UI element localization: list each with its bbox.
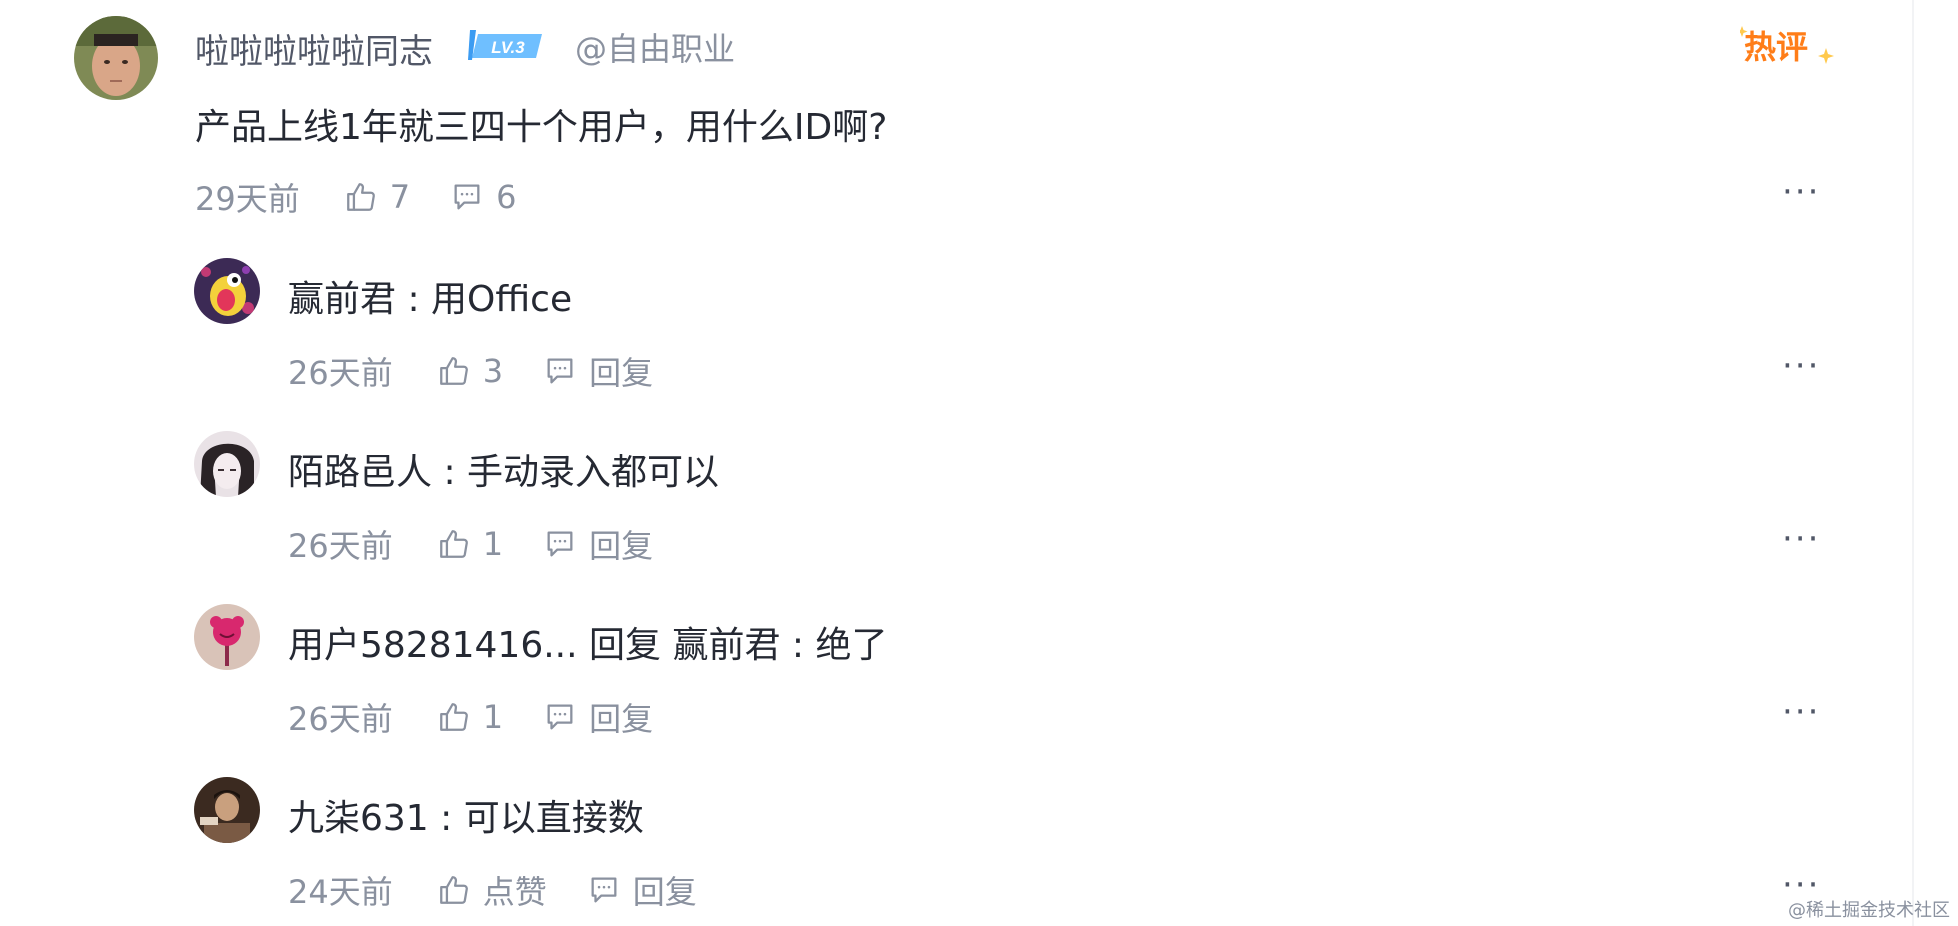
more-options-button[interactable]: ··· <box>1782 692 1820 732</box>
reply-text: 用户58281416... 回复 赢前君 : 绝了 <box>288 625 888 666</box>
reply-text: 九柒631 : 可以直接数 <box>288 798 644 839</box>
comment-button[interactable]: 6 <box>450 178 516 216</box>
reply-text: 陌路邑人 : 手动录入都可以 <box>288 452 720 493</box>
reply-time: 26天前 <box>288 354 393 392</box>
like-button[interactable]: 1 <box>437 525 503 563</box>
reply-button[interactable]: 回复 <box>543 348 653 394</box>
more-options-button[interactable]: ··· <box>1782 519 1820 559</box>
like-button[interactable]: 点赞 <box>437 867 547 913</box>
watermark: @稀土掘金技术社区 <box>1788 900 1950 921</box>
reply-label: 回复 <box>589 527 654 565</box>
right-divider <box>1912 0 1914 926</box>
like-button[interactable]: 1 <box>437 698 503 736</box>
comment-count: 6 <box>496 178 517 216</box>
reply-button[interactable]: 回复 <box>543 694 653 740</box>
reply-button[interactable]: 回复 <box>587 867 697 913</box>
more-options-button[interactable]: ··· <box>1782 346 1820 386</box>
like-count: 1 <box>482 525 504 563</box>
comment-icon <box>591 877 617 903</box>
like-count: 1 <box>482 698 504 736</box>
hot-comment-badge: 热评 <box>1736 22 1836 68</box>
like-label: 点赞 <box>482 873 547 911</box>
comment-icon <box>547 358 573 384</box>
reply-meta: 26天前 1 回复 <box>288 694 693 740</box>
more-options-button[interactable]: ··· <box>1782 172 1820 212</box>
comment-icon <box>454 184 480 210</box>
avatar[interactable] <box>74 16 158 100</box>
reply-time: 26天前 <box>288 700 393 738</box>
reply-time: 24天前 <box>288 873 393 911</box>
comment-icon <box>547 704 573 730</box>
avatar[interactable] <box>194 431 260 497</box>
reply-text: 赢前君 : 用Office <box>288 279 573 320</box>
reply-meta: 26天前 3 回复 <box>288 348 693 394</box>
like-button[interactable]: 3 <box>437 352 503 390</box>
avatar[interactable] <box>194 258 260 324</box>
svg-text:LV.3: LV.3 <box>491 38 525 57</box>
reply-time: 26天前 <box>288 527 393 565</box>
like-count: 3 <box>482 352 504 390</box>
svg-text:热评: 热评 <box>1744 28 1808 66</box>
user-job: @自由职业 <box>575 30 736 68</box>
username[interactable]: 啦啦啦啦啦同志 <box>195 24 433 73</box>
reply-button[interactable]: 回复 <box>543 521 653 567</box>
thumbs-up-icon <box>439 703 468 731</box>
reply-meta: 26天前 1 回复 <box>288 521 693 567</box>
comment-time: 29天前 <box>195 180 300 218</box>
like-button[interactable]: 7 <box>344 178 410 216</box>
comment-icon <box>547 531 573 557</box>
level-badge: LV.3 <box>468 30 544 60</box>
avatar[interactable] <box>194 604 260 670</box>
reply-label: 回复 <box>589 354 654 392</box>
thumbs-up-icon <box>439 530 468 558</box>
thumbs-up-icon <box>439 357 468 385</box>
reply-meta: 24天前 点赞 回复 <box>288 867 737 913</box>
comment-content: 产品上线1年就三四十个用户，用什么ID啊? <box>195 107 888 148</box>
thumbs-up-icon <box>439 876 468 904</box>
thumbs-up-icon <box>346 183 375 211</box>
reply-label: 回复 <box>589 700 654 738</box>
reply-label: 回复 <box>632 873 697 911</box>
avatar[interactable] <box>194 777 260 843</box>
like-count: 7 <box>389 178 411 216</box>
comment-meta: 29天前 7 6 <box>195 174 556 220</box>
